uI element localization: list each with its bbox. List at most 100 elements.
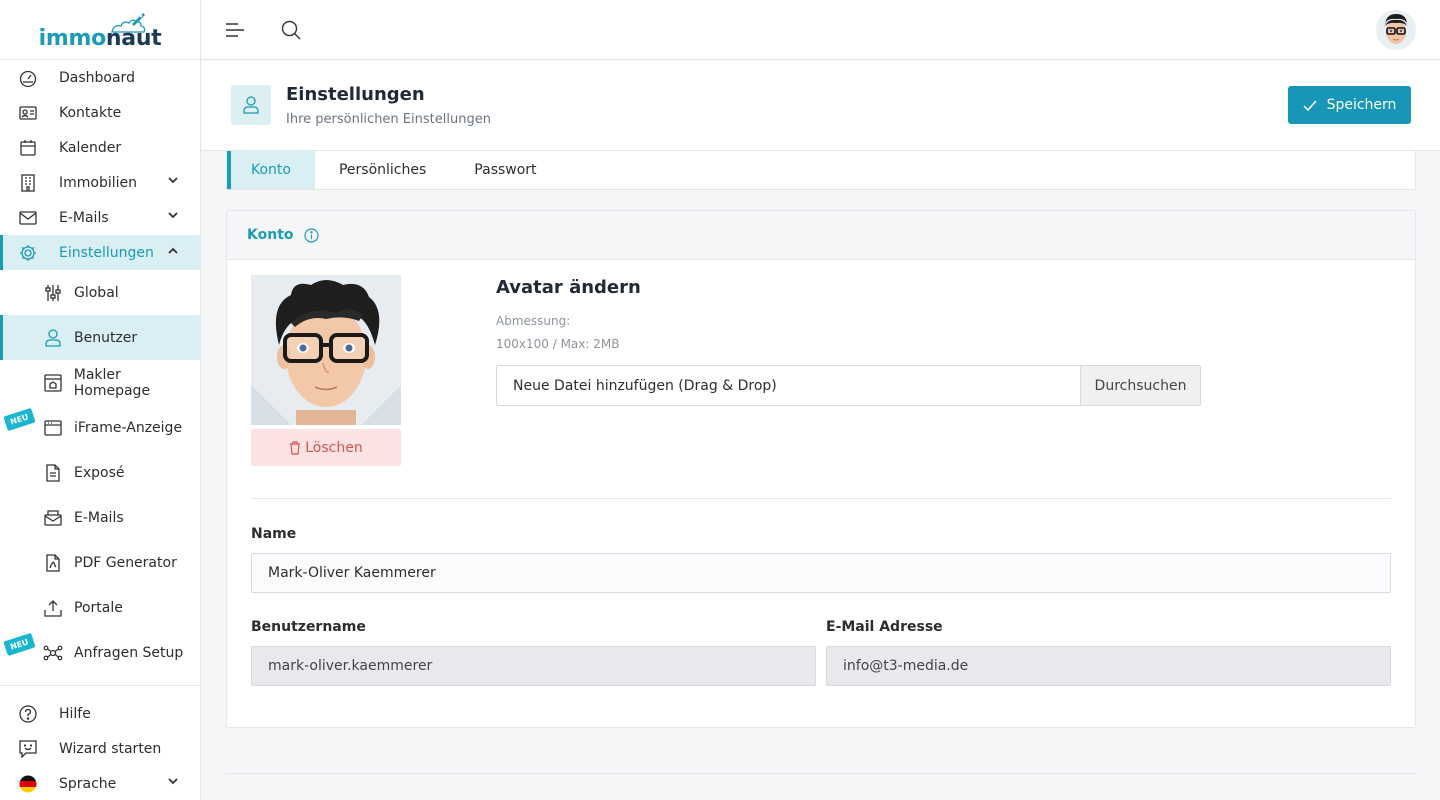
dimension-label: Abmessung: (496, 314, 571, 328)
browser-window-icon (43, 418, 63, 438)
settings-tabs: Konto Persönliches Passwort (226, 151, 1416, 190)
rocket-icon (111, 13, 146, 33)
avatar-section-title: Avatar ändern (496, 277, 641, 298)
sidebar-subitem-label: Benutzer (74, 329, 138, 346)
sidebar-item-label: Kontakte (59, 104, 122, 121)
sidebar-item-label: Einstellungen (59, 244, 154, 261)
new-badge: NEU (3, 632, 36, 657)
sidebar-nav: Dashboard Kontakte Kalender Immobilien E… (0, 60, 200, 675)
check-icon (1303, 100, 1317, 111)
file-dropzone-text[interactable]: Neue Datei hinzufügen (Drag & Drop) (497, 366, 1080, 405)
account-card: Konto Löschen Avatar ändern Abmessung: 1… (226, 210, 1416, 728)
sidebar-subitem-pdf-generator[interactable]: PDF Generator (0, 540, 200, 585)
sidebar: immonaut Dashboard Kontakte Kalender Imm… (0, 0, 201, 800)
building-icon (18, 173, 38, 193)
sidebar-subitem-label: Anfragen Setup (74, 644, 184, 661)
sidebar-item-immobilien[interactable]: Immobilien (0, 165, 200, 200)
sidebar-item-label: Hilfe (59, 705, 91, 722)
browse-button[interactable]: Durchsuchen (1080, 366, 1200, 405)
document-icon (43, 463, 63, 483)
sidebar-item-label: Wizard starten (59, 740, 162, 757)
avatar-image (251, 275, 401, 425)
sidebar-item-hilfe[interactable]: Hilfe (0, 696, 200, 731)
save-button-label: Speichern (1326, 97, 1397, 113)
page-subtitle: Ihre persönlichen Einstellungen (286, 112, 491, 127)
info-icon[interactable] (303, 227, 319, 243)
mail-icon (18, 208, 38, 228)
name-field[interactable]: Mark-Oliver Kaemmerer (251, 553, 1391, 593)
sidebar-item-label: Dashboard (59, 69, 135, 86)
page-header: Einstellungen Ihre persönlichen Einstell… (201, 61, 1440, 151)
search-icon (281, 20, 301, 40)
trash-icon (290, 440, 301, 455)
sidebar-item-kontakte[interactable]: Kontakte (0, 95, 200, 130)
sidebar-item-label: Kalender (59, 139, 122, 156)
sidebar-item-label: Immobilien (59, 174, 138, 191)
section-divider (251, 498, 1391, 499)
page-title: Einstellungen (286, 84, 425, 105)
sidebar-subitem-label: Portale (74, 599, 123, 616)
help-icon (18, 704, 38, 724)
delete-avatar-label: Löschen (305, 439, 363, 456)
sidebar-subitem-portale[interactable]: Portale (0, 585, 200, 630)
topbar (201, 0, 1440, 60)
sidebar-subitem-makler-homepage[interactable]: Makler Homepage (0, 360, 200, 405)
calendar-icon (18, 138, 38, 158)
sidebar-footer: Hilfe Wizard starten Sprache (0, 685, 200, 800)
menu-toggle-button[interactable] (223, 18, 247, 42)
logo[interactable]: immonaut (0, 0, 200, 60)
sidebar-subitem-emails[interactable]: E-Mails (0, 495, 200, 540)
sidebar-subitem-label: E-Mails (74, 509, 124, 526)
sidebar-subitem-expose[interactable]: Exposé (0, 450, 200, 495)
sidebar-subitem-label: PDF Generator (74, 554, 177, 571)
sidebar-subitem-label: Makler Homepage (73, 366, 151, 399)
search-button[interactable] (279, 18, 303, 42)
email-field[interactable]: info@t3-media.de (826, 646, 1391, 686)
sidebar-subitem-label: Global (74, 284, 119, 301)
sidebar-item-label: E-Mails (59, 209, 109, 226)
sidebar-subitem-benutzer[interactable]: Benutzer (0, 315, 200, 360)
email-label: E-Mail Adresse (826, 619, 943, 635)
avatar-file-input[interactable]: Neue Datei hinzufügen (Drag & Drop) Durc… (496, 365, 1201, 406)
chevron-down-icon (168, 778, 178, 785)
sidebar-subitem-label: iFrame-Anzeige (74, 419, 183, 436)
user-icon (43, 328, 63, 348)
sidebar-item-wizard[interactable]: Wizard starten (0, 731, 200, 766)
card-header: Konto (227, 211, 1415, 260)
footer-divider (226, 773, 1416, 774)
user-avatar[interactable] (1376, 10, 1416, 50)
save-button[interactable]: Speichern (1288, 86, 1411, 124)
contacts-icon (18, 103, 38, 123)
sidebar-item-kalender[interactable]: Kalender (0, 130, 200, 165)
sidebar-item-label: Sprache (59, 775, 117, 792)
sidebar-item-sprache[interactable]: Sprache (0, 766, 200, 800)
gear-icon (18, 243, 38, 263)
tab-passwort[interactable]: Passwort (450, 151, 560, 189)
dimension-value: 100x100 / Max: 2MB (496, 337, 620, 351)
pdf-icon (43, 553, 63, 573)
sidebar-subitem-global[interactable]: Global (0, 270, 200, 315)
user-icon (231, 85, 271, 125)
card-title: Konto (247, 227, 294, 243)
new-badge: NEU (3, 407, 36, 432)
username-field[interactable]: mark-oliver.kaemmerer (251, 646, 816, 686)
sliders-icon (43, 283, 63, 303)
chevron-up-icon (168, 247, 178, 254)
network-icon (43, 643, 63, 663)
username-label: Benutzername (251, 619, 366, 635)
name-label: Name (251, 526, 297, 542)
sidebar-item-einstellungen[interactable]: Einstellungen (0, 235, 200, 270)
tab-persoenliches[interactable]: Persönliches (315, 151, 450, 189)
germany-flag-icon (18, 774, 38, 794)
sidebar-subitem-anfragen-setup[interactable]: NEU Anfragen Setup (0, 630, 200, 675)
homepage-icon (43, 373, 63, 393)
mail-template-icon (43, 508, 63, 528)
sidebar-subitem-iframe-anzeige[interactable]: NEU iFrame-Anzeige (0, 405, 200, 450)
delete-avatar-button[interactable]: Löschen (251, 429, 401, 466)
sidebar-item-dashboard[interactable]: Dashboard (0, 60, 200, 95)
tab-konto[interactable]: Konto (227, 151, 315, 189)
chat-smile-icon (18, 739, 38, 759)
chevron-down-icon (168, 212, 178, 219)
chevron-down-icon (168, 177, 178, 184)
sidebar-item-emails[interactable]: E-Mails (0, 200, 200, 235)
